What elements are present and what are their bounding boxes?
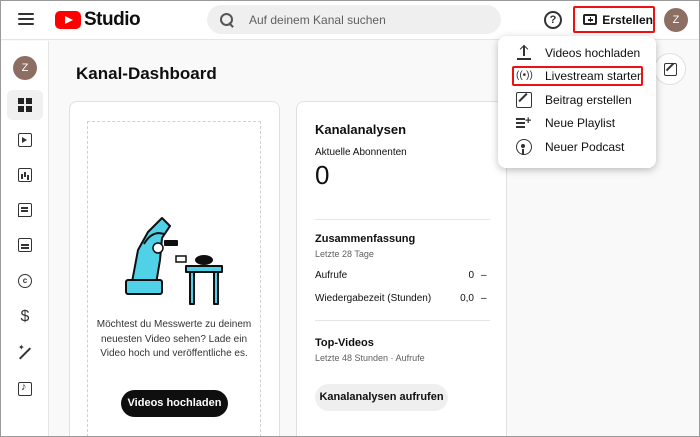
screenshot-border — [0, 0, 700, 437]
